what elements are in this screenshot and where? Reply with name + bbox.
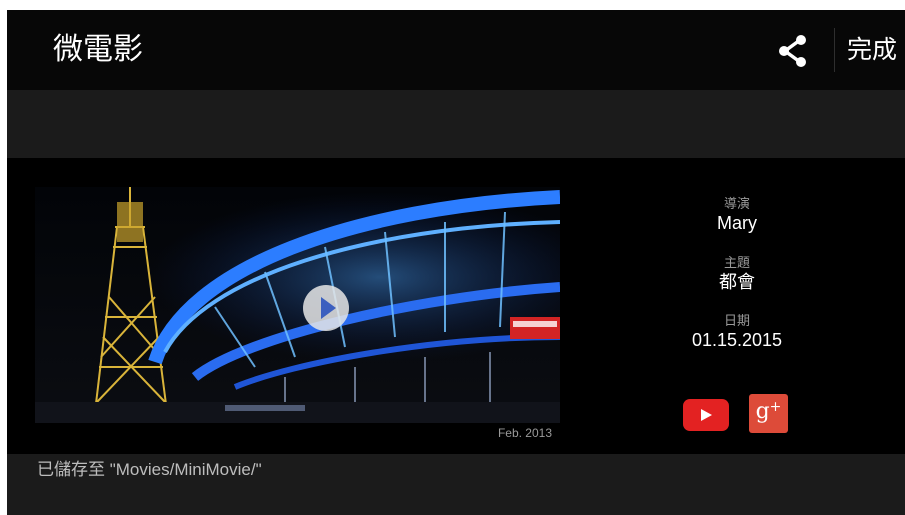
director-value: Mary [717,213,757,233]
share-button[interactable] [774,32,814,72]
director-label: 導演 [723,196,750,211]
action-bar-divider [834,28,835,72]
play-button[interactable] [303,285,349,331]
google-plus-icon: g [755,399,770,424]
youtube-share-button[interactable] [683,399,729,431]
action-bar: 微電影 完成 [7,10,905,90]
video-thumbnail-image [35,187,560,423]
director-info: 導演 Mary [637,196,837,234]
theme-info: 主題 都會 [637,255,837,293]
app-screen: 微電影 完成 Feb. 2013 導演 Mary 主題 都會 日期 01.15.… [7,10,905,515]
share-icon [779,35,806,67]
google-plus-share-button[interactable]: g+ [749,394,788,433]
app-title: 微電影 [53,32,143,67]
status-bar: 已儲存至 "Movies/MiniMovie/" [7,454,905,515]
movie-content: Feb. 2013 導演 Mary 主題 都會 日期 01.15.2015 g+ [7,158,905,454]
saved-location-text: 已儲存至 "Movies/MiniMovie/" [37,460,262,479]
done-button[interactable]: 完成 [847,32,897,68]
theme-label: 主題 [723,255,750,270]
empty-toolbar-band [7,90,905,158]
date-value: 01.15.2015 [691,330,783,350]
theme-value: 都會 [719,272,755,292]
google-plus-plus-sign: + [769,399,782,415]
date-label: 日期 [723,313,750,328]
video-thumbnail[interactable] [35,187,560,423]
video-date-label: Feb. 2013 [497,426,552,440]
date-info: 日期 01.15.2015 [637,313,837,351]
